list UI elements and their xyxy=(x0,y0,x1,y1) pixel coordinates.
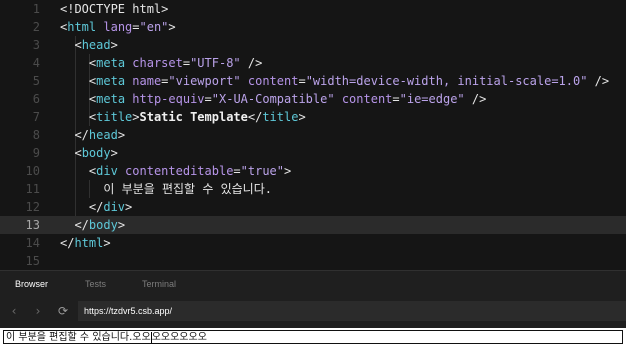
tab-tests[interactable]: Tests xyxy=(85,271,106,297)
code-line[interactable]: 10 <div contenteditable="true"> xyxy=(0,162,626,180)
panel-tabs: Browser Tests Terminal xyxy=(0,271,626,297)
line-number: 7 xyxy=(32,110,40,124)
line-number: 5 xyxy=(32,74,40,88)
code-line[interactable]: 15 xyxy=(0,252,626,270)
code-line[interactable]: 6 <meta http-equiv="X-UA-Compatible" con… xyxy=(0,90,626,108)
line-number: 10 xyxy=(25,164,40,178)
code-line[interactable]: 1 <!DOCTYPE html> xyxy=(0,0,626,18)
code-editor[interactable]: 1 <!DOCTYPE html> 2 <html lang="en"> 3 <head… xyxy=(0,0,626,270)
line-number: 4 xyxy=(32,56,40,70)
code-line[interactable]: 5 <meta name="viewport" content="width=d… xyxy=(0,72,626,90)
code-text: </head> xyxy=(74,128,126,142)
chevron-right-icon[interactable]: › xyxy=(29,302,47,320)
line-number: 11 xyxy=(25,182,40,196)
line-number: 15 xyxy=(25,254,40,268)
chevron-left-icon[interactable]: ‹ xyxy=(5,302,23,320)
line-number: 14 xyxy=(25,236,40,250)
tab-terminal[interactable]: Terminal xyxy=(142,271,176,297)
browser-navbar: ‹ › ⟳ https://tzdvr5.csb.app/ xyxy=(0,300,626,324)
code-line[interactable]: 13 </body> xyxy=(0,216,626,234)
editable-text-before-caret: 이 부분을 편집할 수 있습니다.오오 xyxy=(6,332,151,343)
code-line[interactable]: 7 <title>Static Template</title> xyxy=(0,108,626,126)
code-text: <html lang="en"> xyxy=(60,20,176,34)
code-line[interactable]: 4 <meta charset="UTF-8" /> xyxy=(0,54,626,72)
code-text: <meta charset="UTF-8" /> xyxy=(88,56,263,70)
line-number: 3 xyxy=(32,38,40,52)
browser-preview: 이 부분을 편집할 수 있습니다.오오오오오오오오 xyxy=(0,328,626,364)
line-number: 12 xyxy=(25,200,40,214)
code-text: <meta http-equiv="X-UA-Compatible" conte… xyxy=(88,92,487,106)
code-line[interactable]: 2 <html lang="en"> xyxy=(0,18,626,36)
tab-browser[interactable]: Browser xyxy=(15,271,48,297)
line-number: 1 xyxy=(32,2,40,16)
line-number: 9 xyxy=(32,146,40,160)
line-number: 8 xyxy=(32,128,40,142)
code-text: <!DOCTYPE html> xyxy=(60,2,169,16)
code-text: </html> xyxy=(60,236,111,250)
editable-div[interactable]: 이 부분을 편집할 수 있습니다.오오오오오오오오 xyxy=(3,330,623,344)
code-line[interactable]: 9 <body> xyxy=(0,144,626,162)
code-text: 이 부분을 편집할 수 있습니다. xyxy=(103,182,272,196)
editable-text-after-caret: 오오오오오오 xyxy=(151,332,207,343)
refresh-icon[interactable]: ⟳ xyxy=(54,302,72,320)
line-number: 2 xyxy=(32,20,40,34)
code-line[interactable]: 14 </html> xyxy=(0,234,626,252)
code-line[interactable]: 3 <head> xyxy=(0,36,626,54)
code-text: <meta name="viewport" content="width=dev… xyxy=(88,74,610,88)
code-text: <head> xyxy=(74,38,118,52)
bottom-panel: Browser Tests Terminal ‹ › ⟳ https://tzd… xyxy=(0,270,626,364)
url-input[interactable]: https://tzdvr5.csb.app/ xyxy=(78,301,626,321)
line-number: 13 xyxy=(25,218,40,232)
code-text: <body> xyxy=(74,146,118,160)
line-number: 6 xyxy=(32,92,40,106)
code-text: </div> xyxy=(88,200,133,214)
code-text: <title>Static Template</title> xyxy=(88,110,306,124)
code-line[interactable]: 8 </head> xyxy=(0,126,626,144)
code-line[interactable]: 11 이 부분을 편집할 수 있습니다. xyxy=(0,180,626,198)
code-line[interactable]: 12 </div> xyxy=(0,198,626,216)
code-text: </body> xyxy=(74,218,126,232)
code-text: <div contenteditable="true"> xyxy=(88,164,292,178)
